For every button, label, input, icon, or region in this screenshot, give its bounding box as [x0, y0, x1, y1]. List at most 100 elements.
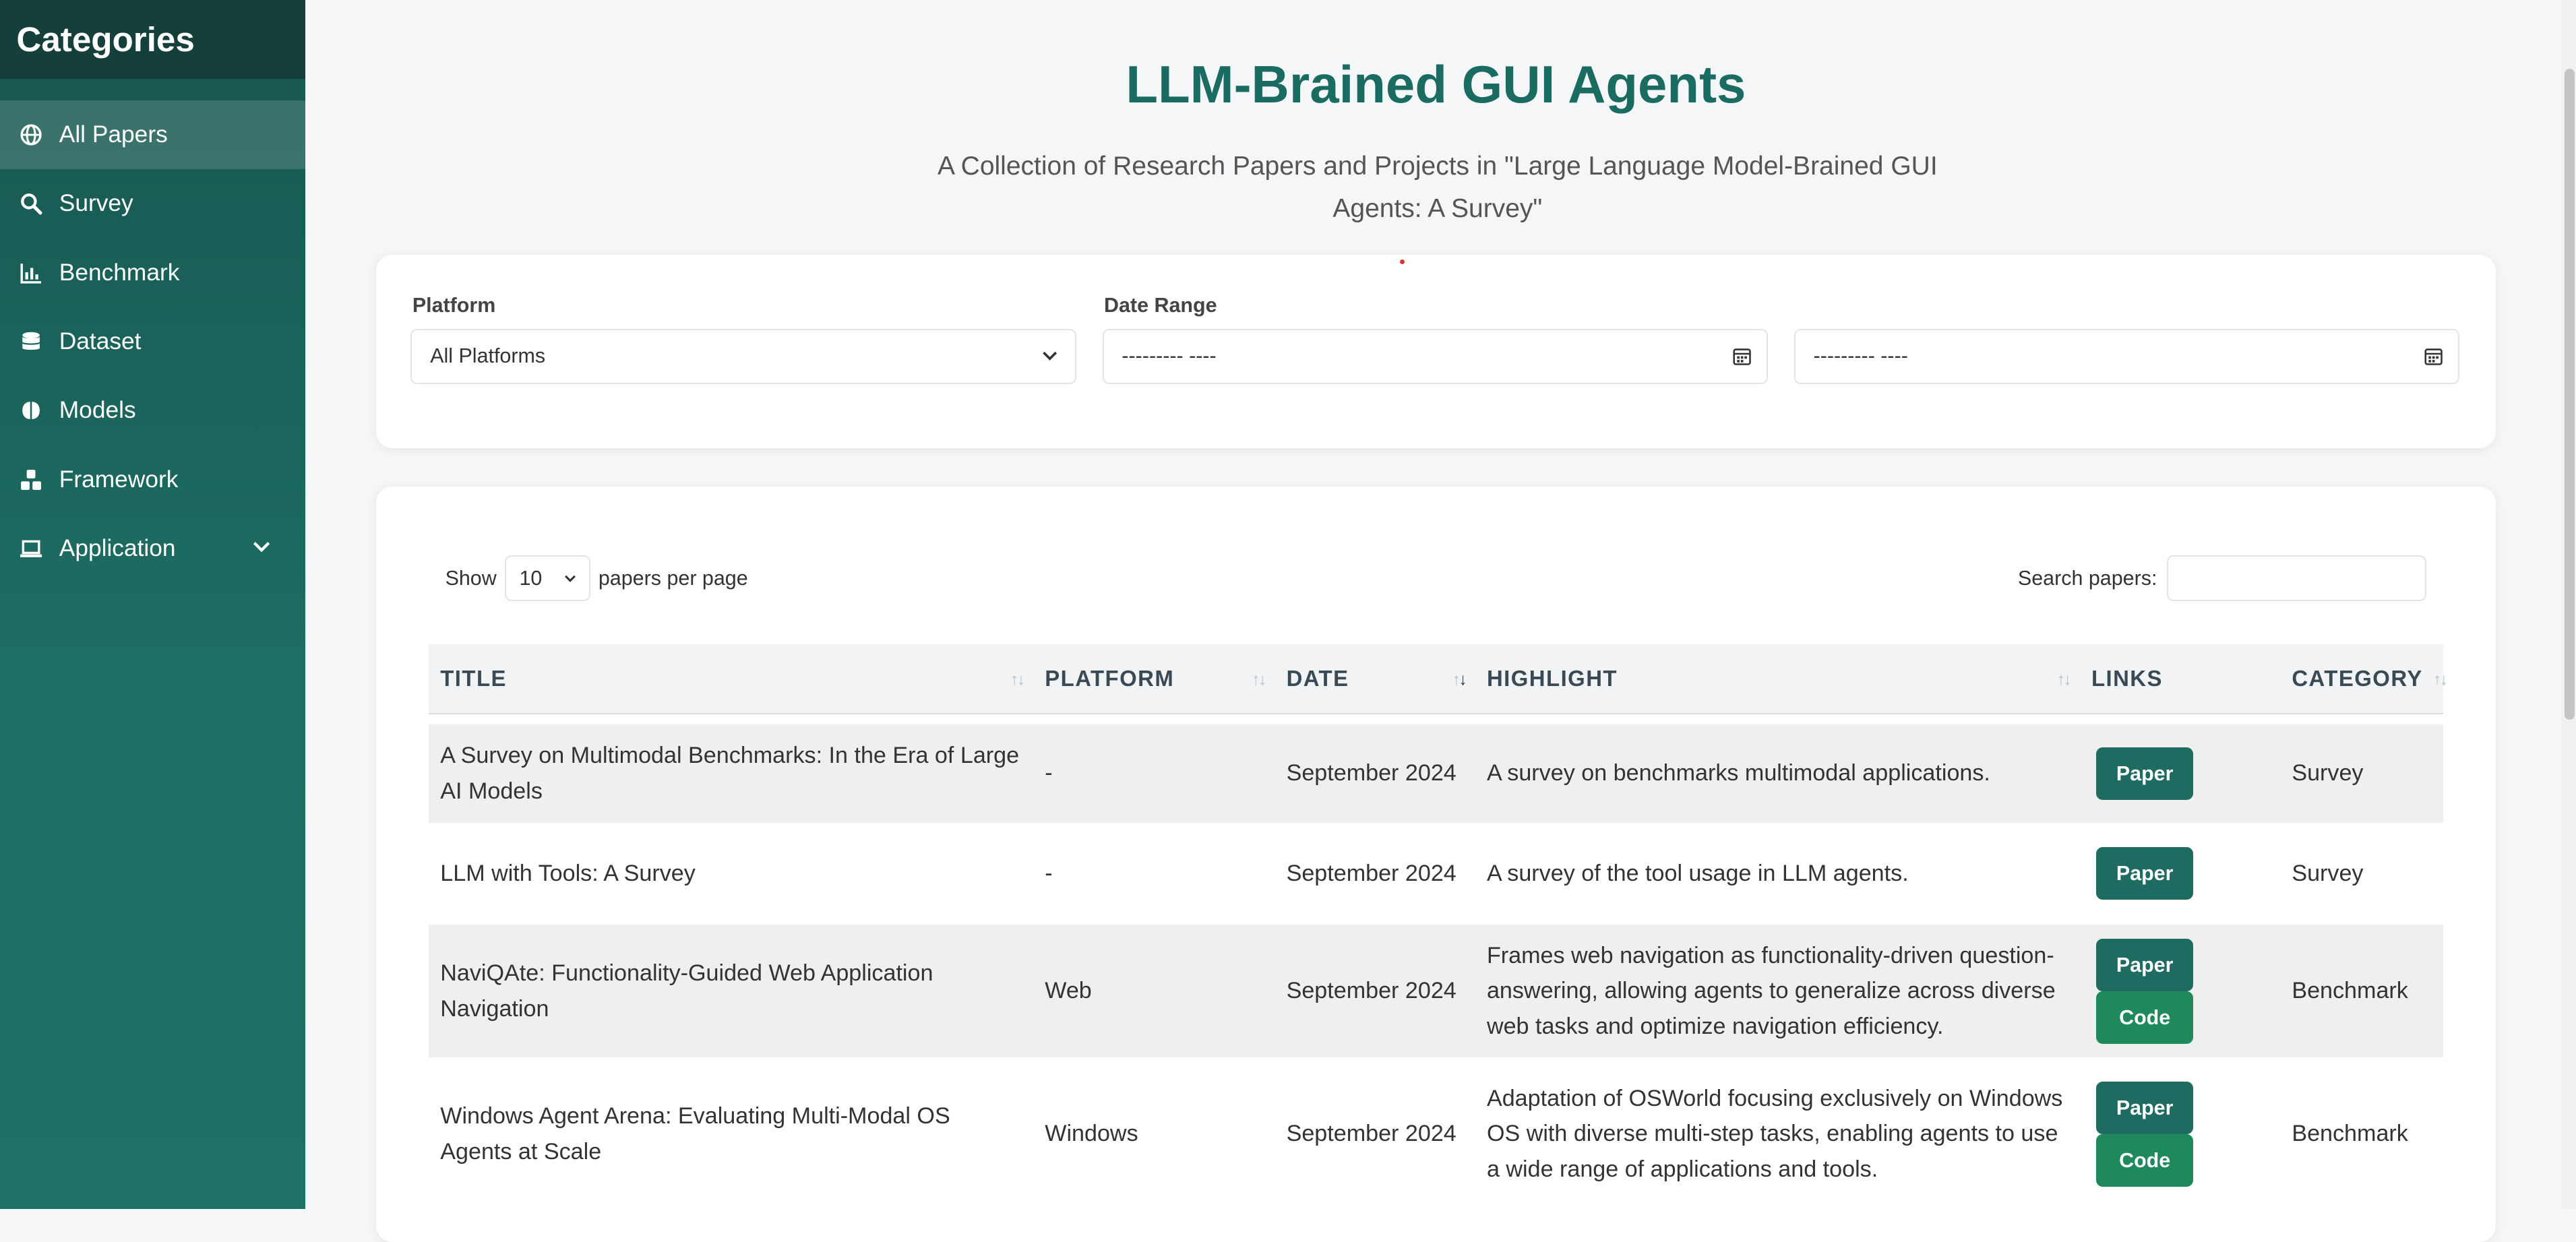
platform-select[interactable]: All Platforms [410, 328, 1076, 385]
sidebar-item-models[interactable]: Models [0, 376, 305, 445]
search-input[interactable] [2167, 555, 2427, 602]
papers-table: TITLE ↑↓ PLATFORM ↑↓ DATE ↑↓ HIGHLIGHT ↑↓ LI… [429, 644, 2448, 1210]
sort-icon: ↑↓ [1010, 670, 1025, 689]
cell-date: September 2024 [1275, 724, 1475, 823]
cell-date: September 2024 [1286, 861, 1456, 887]
cell-date: September 2024 [1275, 924, 1475, 1058]
cell-category: Benchmark [2292, 1121, 2408, 1147]
column-header-highlight[interactable]: HIGHLIGHT ↑↓ [1475, 644, 2080, 714]
cubes-icon [20, 468, 42, 491]
cell-category: Benchmark [2280, 924, 2443, 1058]
paper-link-button[interactable]: Paper [2096, 1081, 2194, 1134]
sidebar-item-dataset[interactable]: Dataset [0, 307, 305, 376]
column-header-label: CATEGORY [2292, 665, 2423, 691]
filter-card: Platform All Platforms Date Range ------… [376, 254, 2496, 449]
page-subtitle: A Collection of Research Papers and Proj… [937, 151, 1938, 223]
sort-icon: ↑↓ [2432, 670, 2448, 689]
date-range-label: Date Range [1104, 294, 1217, 317]
paper-link-button[interactable]: Paper [2096, 938, 2194, 991]
code-link-button[interactable]: Code [2096, 991, 2194, 1044]
cell-title: Windows Agent Arena: Evaluating Multi-Mo… [440, 1103, 950, 1165]
platform-select-value: All Platforms [430, 344, 546, 368]
cell-platform: Web [1033, 924, 1275, 1058]
sidebar-item-all-papers[interactable]: All Papers [0, 100, 306, 170]
sidebar-item-label: Application [59, 535, 176, 562]
column-header-category[interactable]: CATEGORY ↑↓ [2280, 644, 2448, 714]
column-header-platform[interactable]: PLATFORM ↑↓ [1033, 644, 1275, 714]
cell-links: Paper Code [2079, 924, 2281, 1058]
calendar-icon[interactable] [2424, 346, 2443, 366]
table-row: LLM with Tools: A Survey - September 202… [429, 832, 2443, 914]
sidebar-item-label: Dataset [59, 328, 142, 354]
sort-desc-icon: ↑↓ [1452, 670, 1467, 689]
cell-highlight: A survey on benchmarks multimodal applic… [1475, 724, 2080, 823]
cell-category: Survey [2280, 724, 2443, 823]
date-to-input[interactable]: --------- ---- [1793, 328, 2459, 385]
sidebar-item-survey[interactable]: Survey [0, 169, 305, 238]
papers-card: Show 10 papers per page Search papers: T… [376, 486, 2496, 1242]
sidebar: Categories All Papers Survey Benchmark D… [0, 0, 306, 1209]
column-header-label: TITLE [440, 665, 507, 691]
column-header-links: LINKS [2079, 644, 2281, 714]
page-size-value: 10 [519, 566, 543, 590]
sidebar-item-label: Benchmark [59, 259, 180, 286]
column-header-label: DATE [1286, 665, 1349, 691]
show-label: Show [445, 566, 497, 590]
page-size-control: Show 10 papers per page [445, 555, 748, 602]
sidebar-header: Categories [0, 0, 306, 79]
table-header-row: TITLE ↑↓ PLATFORM ↑↓ DATE ↑↓ HIGHLIGHT ↑↓ LI… [429, 644, 2448, 714]
paper-link-button[interactable]: Paper [2096, 747, 2194, 800]
red-dot-marker [1399, 259, 1405, 265]
table-row: A Survey on Multimodal Benchmarks: In th… [429, 724, 2443, 823]
calendar-icon[interactable] [1732, 346, 1752, 366]
cell-category: Survey [2292, 861, 2364, 887]
paper-link-button[interactable]: Paper [2096, 847, 2194, 900]
chevron-down-icon [564, 575, 576, 582]
sort-icon: ↑↓ [2056, 670, 2072, 689]
sidebar-item-framework[interactable]: Framework [0, 445, 305, 514]
page-scrollbar[interactable] [2561, 0, 2576, 1209]
sidebar-item-label: Models [59, 397, 136, 424]
scrollbar-thumb[interactable] [2564, 69, 2575, 720]
sidebar-item-application[interactable]: Application [0, 514, 305, 583]
database-icon [20, 330, 42, 353]
column-header-label: LINKS [2091, 665, 2163, 691]
cell-highlight: A survey of the tool usage in LLM agents… [1486, 861, 1909, 887]
cell-date: September 2024 [1286, 1121, 1456, 1147]
column-header-date[interactable]: DATE ↑↓ [1275, 644, 1475, 714]
chevron-down-icon[interactable] [250, 536, 273, 559]
cell-links: Paper [2080, 832, 2280, 914]
bar-chart-icon [20, 261, 42, 284]
sidebar-item-label: Framework [59, 466, 179, 493]
sidebar-title: Categories [16, 20, 195, 59]
column-header-title[interactable]: TITLE ↑↓ [429, 644, 1034, 714]
sidebar-item-benchmark[interactable]: Benchmark [0, 238, 305, 307]
sidebar-item-label: Survey [59, 190, 133, 217]
search-control: Search papers: [2017, 555, 2427, 602]
search-icon [20, 192, 42, 215]
date-from-value: --------- ---- [1122, 344, 1217, 368]
cell-links: Paper Code [2080, 1067, 2280, 1200]
platform-label: Platform [412, 294, 496, 317]
table-row: Windows Agent Arena: Evaluating Multi-Mo… [429, 1067, 2443, 1200]
cell-platform: Windows [1045, 1121, 1138, 1147]
page-title: LLM-Brained GUI Agents [1126, 55, 1746, 115]
per-page-label: papers per page [598, 566, 748, 590]
sort-icon: ↑↓ [1252, 670, 1266, 689]
page-size-select[interactable]: 10 [504, 555, 590, 602]
cell-title: NaviQAte: Functionality-Guided Web Appli… [429, 924, 1034, 1058]
cell-title: LLM with Tools: A Survey [440, 861, 696, 887]
laptop-icon [20, 537, 42, 560]
column-header-label: PLATFORM [1045, 665, 1175, 691]
date-to-value: --------- ---- [1813, 344, 1908, 368]
column-header-label: HIGHLIGHT [1486, 665, 1618, 691]
cell-title: A Survey on Multimodal Benchmarks: In th… [429, 724, 1034, 823]
code-link-button[interactable]: Code [2096, 1134, 2194, 1187]
brain-icon [20, 399, 42, 422]
table-row: NaviQAte: Functionality-Guided Web Appli… [429, 924, 2443, 1058]
date-from-input[interactable]: --------- ---- [1102, 328, 1768, 385]
cell-links: Paper [2079, 724, 2281, 823]
search-label: Search papers: [2017, 566, 2157, 590]
cell-platform: - [1045, 861, 1053, 887]
sidebar-nav: All Papers Survey Benchmark Dataset Mode… [0, 100, 306, 584]
